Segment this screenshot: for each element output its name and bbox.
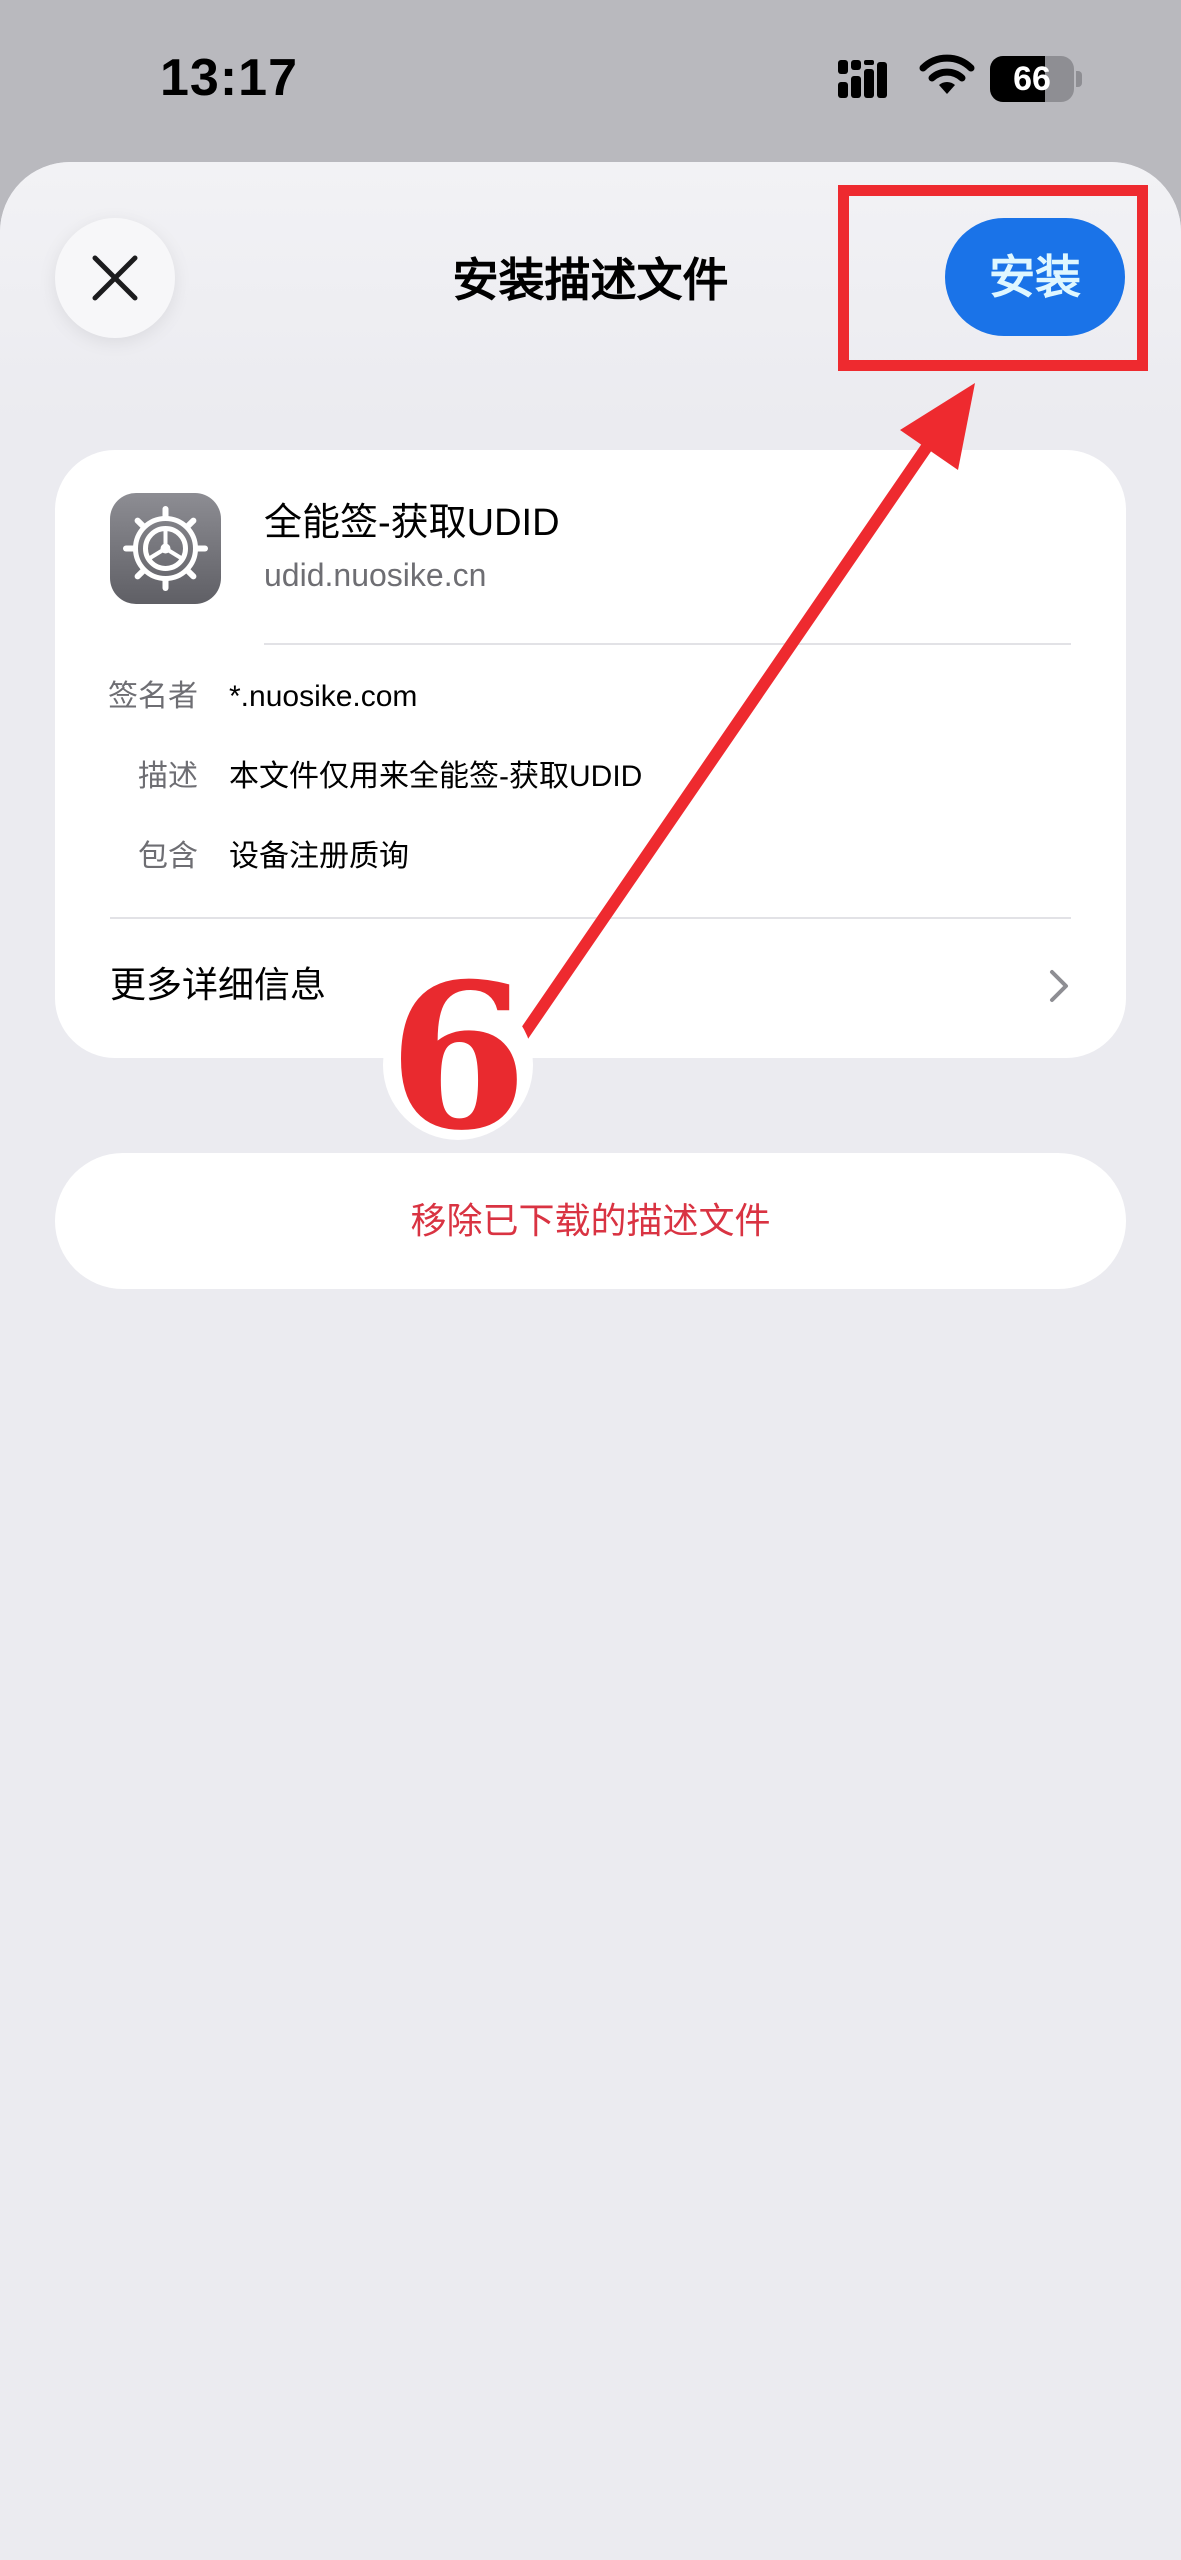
- annotation-step-number: 6: [388, 940, 528, 1175]
- annotation-arrow-icon: [514, 383, 975, 1046]
- remove-profile-button[interactable]: 移除已下载的描述文件: [55, 1153, 1126, 1289]
